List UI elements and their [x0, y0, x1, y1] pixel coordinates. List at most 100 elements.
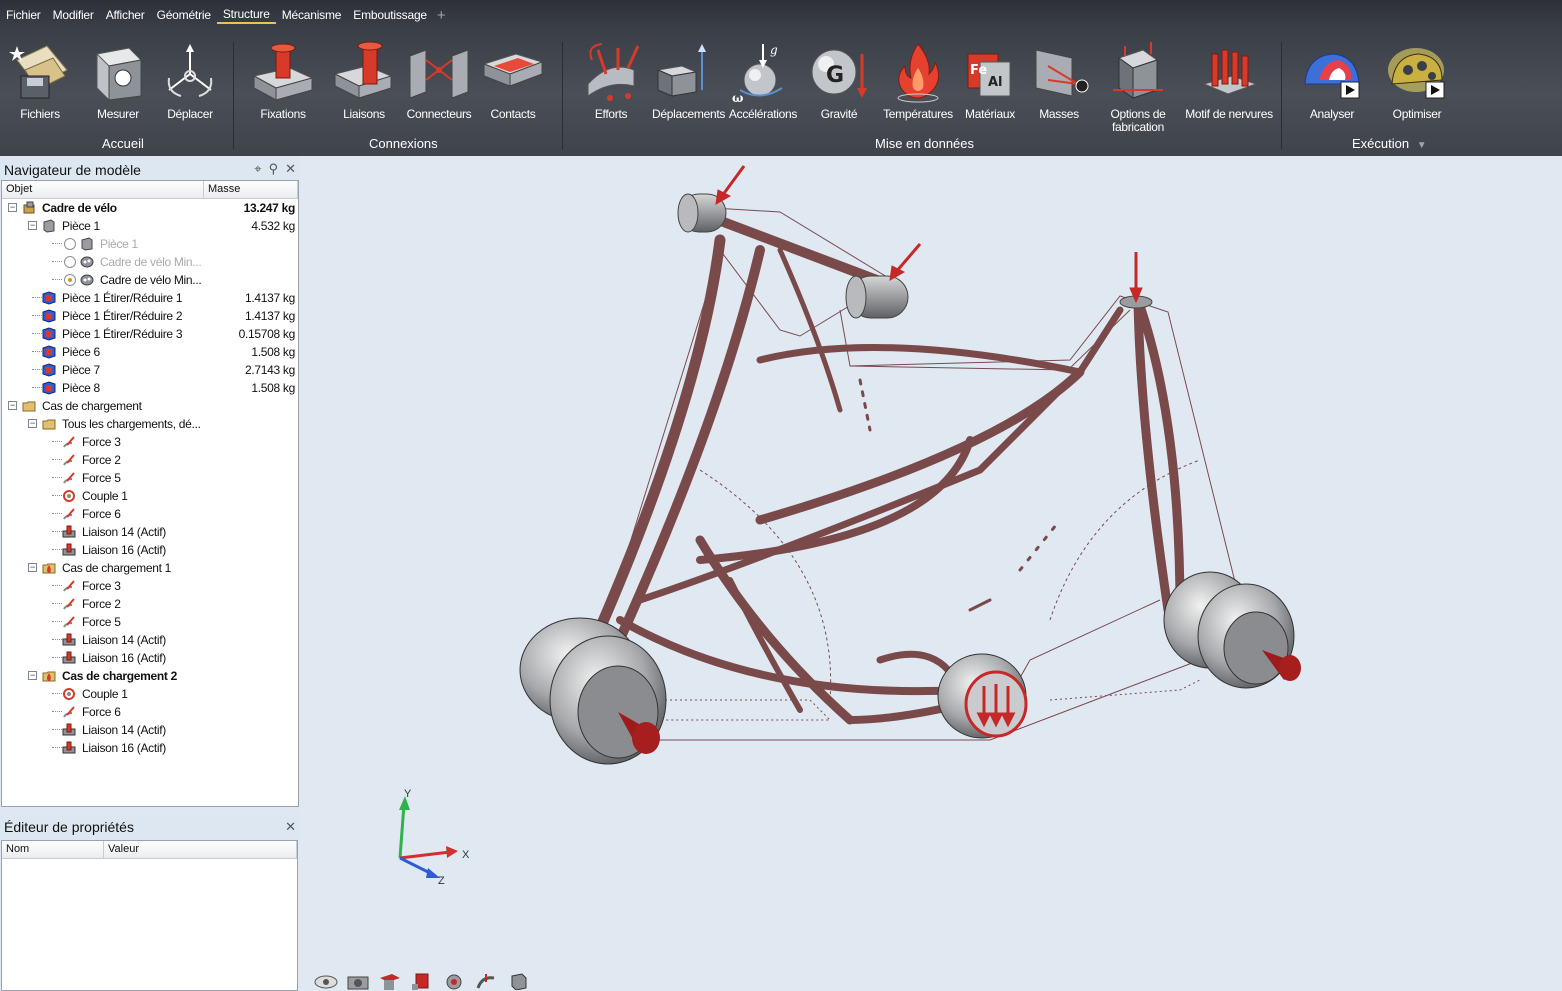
collapse-toggle-icon[interactable]: − [28, 419, 37, 428]
eye-icon[interactable] [314, 972, 338, 990]
group-accueil: Accueil [102, 136, 144, 151]
tree-row-name: Cadre de vélo [42, 201, 117, 215]
menu-mecanisme[interactable]: Mécanisme [276, 8, 348, 22]
collapse-toggle-icon[interactable]: − [28, 671, 37, 680]
section-plane-icon[interactable] [378, 972, 402, 990]
tree-row[interactable]: Force 6 [2, 505, 298, 523]
collapse-toggle-icon[interactable]: − [28, 221, 37, 230]
3d-viewport[interactable]: Y X Z [300, 156, 1562, 991]
tree-row-name: Cadre de vélo Min... [100, 255, 202, 269]
tree-row[interactable]: − Cas de chargement 2 [2, 667, 298, 685]
tree-row[interactable]: Pièce 1 Étirer/Réduire 3 0.15708 kg [2, 325, 298, 343]
analyze-icon [1304, 53, 1360, 99]
tree-row[interactable]: Cadre de vélo Min... [2, 271, 298, 289]
connecteurs-button[interactable]: Connecteurs [404, 40, 474, 140]
column-masse[interactable]: Masse [204, 181, 298, 198]
load-view-icon[interactable] [474, 972, 498, 990]
tree-row-mass: 1.4137 kg [244, 291, 295, 305]
temperatures-button[interactable]: Températures [880, 40, 956, 140]
tree-row[interactable]: Pièce 1 Étirer/Réduire 1 1.4137 kg [2, 289, 298, 307]
tree-row[interactable]: Liaison 16 (Actif) [2, 739, 298, 757]
tree-row[interactable]: Force 6 [2, 703, 298, 721]
tree-row[interactable]: Liaison 14 (Actif) [2, 631, 298, 649]
navigator-header: Navigateur de modèle ⌖ ⚲ ✕ [0, 158, 300, 180]
menu-geometrie[interactable]: Géométrie [151, 8, 217, 22]
tree-row[interactable]: Pièce 6 1.508 kg [2, 343, 298, 361]
variant-radio[interactable] [64, 274, 76, 286]
analysis-view-icon[interactable] [442, 972, 466, 990]
tree-row-name: Cas de chargement 2 [62, 669, 178, 683]
tree-row[interactable]: Pièce 1 [2, 235, 298, 253]
contacts-label: Contacts [490, 107, 536, 121]
tree-row[interactable]: − Tous les chargements, dé... [2, 415, 298, 433]
material-view-icon[interactable] [410, 972, 434, 990]
efforts-button[interactable]: Efforts [572, 40, 650, 140]
tree-row[interactable]: Pièce 8 1.508 kg [2, 379, 298, 397]
liaisons-button[interactable]: Liaisons [328, 40, 400, 140]
analyser-button[interactable]: Analyser [1296, 40, 1368, 140]
tree-row[interactable]: Force 3 [2, 577, 298, 595]
gravite-button[interactable]: G Gravité [806, 40, 872, 140]
tree-row[interactable]: Liaison 16 (Actif) [2, 541, 298, 559]
tree-row[interactable]: Cadre de vélo Min... [2, 253, 298, 271]
tree-row[interactable]: Force 2 [2, 451, 298, 469]
tree-row[interactable]: Liaison 14 (Actif) [2, 721, 298, 739]
contacts-button[interactable]: Contacts [480, 40, 546, 140]
tree-row[interactable]: Couple 1 [2, 487, 298, 505]
accelerations-button[interactable]: g ω Accélérations [728, 40, 798, 140]
fixations-button[interactable]: Fixations [246, 40, 320, 140]
options-fabrication-button[interactable]: Options de fabrication [1104, 40, 1172, 140]
tree-row[interactable]: Force 5 [2, 469, 298, 487]
column-nom[interactable]: Nom [2, 841, 104, 858]
tree-row[interactable]: − Cas de chargement 1 [2, 559, 298, 577]
variant-radio[interactable] [64, 238, 76, 250]
tree-connector [52, 739, 62, 748]
deplacer-button[interactable]: Déplacer [156, 40, 224, 140]
menu-emboutissage[interactable]: Emboutissage [347, 8, 433, 22]
tree-row[interactable]: Pièce 1 Étirer/Réduire 2 1.4137 kg [2, 307, 298, 325]
menu-structure[interactable]: Structure [216, 7, 276, 24]
group-execution[interactable]: Exécution ▼ [1352, 136, 1427, 151]
mesurer-button[interactable]: Mesurer [82, 40, 154, 140]
tree-connector [52, 703, 62, 712]
menu-afficher[interactable]: Afficher [100, 8, 151, 22]
collapse-toggle-icon[interactable]: − [8, 203, 17, 212]
axis-z-label: Z [438, 875, 445, 887]
masses-button[interactable]: Masses [1028, 40, 1090, 140]
collapse-toggle-icon[interactable]: − [28, 563, 37, 572]
tree-row[interactable]: Pièce 7 2.7143 kg [2, 361, 298, 379]
part-view-icon[interactable] [506, 972, 530, 990]
deplacements-button[interactable]: Déplacements [652, 40, 725, 140]
collapse-toggle-icon[interactable]: − [8, 401, 17, 410]
tree-row[interactable]: Liaison 16 (Actif) [2, 649, 298, 667]
close-icon[interactable]: ✕ [285, 161, 296, 177]
motif-nervures-button[interactable]: Motif de nervures [1184, 40, 1274, 140]
tree-row[interactable]: − Cas de chargement [2, 397, 298, 415]
tree-row[interactable]: Couple 1 [2, 685, 298, 703]
tree-row[interactable]: Liaison 14 (Actif) [2, 523, 298, 541]
search-icon[interactable]: ⚲ [269, 161, 279, 177]
close-icon[interactable]: ✕ [285, 819, 296, 835]
tree-row-name: Pièce 7 [62, 363, 100, 377]
column-objet[interactable]: Objet [2, 181, 204, 198]
tree-row[interactable]: Force 2 [2, 595, 298, 613]
tree-connector [52, 685, 62, 694]
variant-radio[interactable] [64, 256, 76, 268]
column-valeur[interactable]: Valeur [104, 841, 297, 858]
materiaux-button[interactable]: Fe Al Matériaux [960, 40, 1020, 140]
menu-modifier[interactable]: Modifier [47, 8, 100, 22]
fichiers-button[interactable]: Fichiers [4, 40, 76, 140]
optimiser-button[interactable]: Optimiser [1378, 40, 1456, 140]
temperatures-label: Températures [883, 107, 953, 121]
tree-row[interactable]: − Cadre de vélo 13.247 kg [2, 199, 298, 217]
tree-row-name: Pièce 6 [62, 345, 100, 359]
tree-row[interactable]: Force 3 [2, 433, 298, 451]
tree-row[interactable]: Force 5 [2, 613, 298, 631]
camera-icon[interactable] [346, 972, 370, 990]
tree-row[interactable]: − Pièce 1 4.532 kg [2, 217, 298, 235]
support-icon [62, 741, 76, 755]
add-tab-icon[interactable]: + [433, 7, 450, 24]
binoculars-icon[interactable]: ⌖ [254, 161, 261, 177]
menu-fichier[interactable]: Fichier [0, 8, 47, 22]
asm-icon [22, 201, 36, 215]
